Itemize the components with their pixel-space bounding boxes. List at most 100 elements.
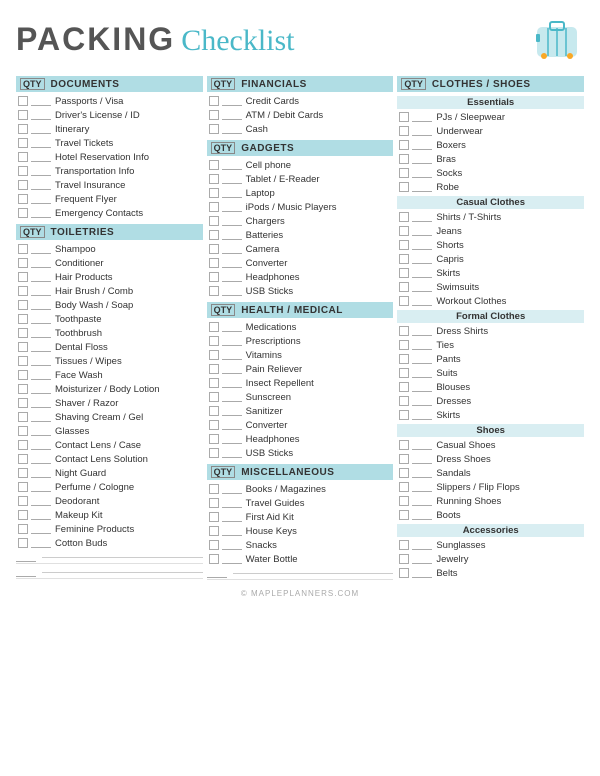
checkbox[interactable] (18, 152, 28, 162)
checkbox[interactable] (18, 314, 28, 324)
checkbox[interactable] (209, 244, 219, 254)
checkbox[interactable] (399, 212, 409, 222)
checkbox[interactable] (18, 166, 28, 176)
checkbox[interactable] (209, 540, 219, 550)
checkbox[interactable] (209, 202, 219, 212)
checkbox[interactable] (399, 510, 409, 520)
checkbox[interactable] (18, 384, 28, 394)
checkbox[interactable] (209, 498, 219, 508)
checkbox[interactable] (18, 272, 28, 282)
checkbox[interactable] (18, 208, 28, 218)
checkbox[interactable] (209, 434, 219, 444)
checkbox[interactable] (399, 326, 409, 336)
checkbox[interactable] (18, 124, 28, 134)
checkbox[interactable] (209, 286, 219, 296)
checkbox[interactable] (209, 350, 219, 360)
checkbox[interactable] (18, 110, 28, 120)
checkbox[interactable] (209, 174, 219, 184)
checkbox[interactable] (399, 268, 409, 278)
checkbox[interactable] (209, 216, 219, 226)
checkbox[interactable] (209, 484, 219, 494)
list-item: Socks (397, 166, 584, 180)
checkbox[interactable] (399, 154, 409, 164)
checkbox[interactable] (209, 554, 219, 564)
qty-box (31, 482, 51, 492)
checkbox[interactable] (399, 382, 409, 392)
checkbox[interactable] (209, 124, 219, 134)
checkbox[interactable] (399, 396, 409, 406)
checkbox[interactable] (209, 160, 219, 170)
checkbox[interactable] (399, 540, 409, 550)
checkbox[interactable] (18, 454, 28, 464)
checkbox[interactable] (18, 524, 28, 534)
checkbox[interactable] (209, 272, 219, 282)
checkbox[interactable] (399, 454, 409, 464)
checkbox[interactable] (209, 392, 219, 402)
checkbox[interactable] (18, 328, 28, 338)
checkbox[interactable] (18, 482, 28, 492)
checkbox[interactable] (399, 410, 409, 420)
checkbox[interactable] (18, 286, 28, 296)
checkbox[interactable] (18, 356, 28, 366)
checkbox[interactable] (18, 258, 28, 268)
qty-box (222, 202, 242, 212)
checkbox[interactable] (399, 440, 409, 450)
checkbox[interactable] (399, 126, 409, 136)
checkbox[interactable] (209, 378, 219, 388)
checkbox[interactable] (399, 340, 409, 350)
checkbox[interactable] (399, 468, 409, 478)
checkbox[interactable] (209, 230, 219, 240)
checkbox[interactable] (209, 322, 219, 332)
checkbox[interactable] (209, 448, 219, 458)
list-item: Skirts (397, 408, 584, 422)
checkbox[interactable] (209, 420, 219, 430)
checkbox[interactable] (399, 240, 409, 250)
checkbox[interactable] (399, 554, 409, 564)
checkbox[interactable] (18, 496, 28, 506)
checkbox[interactable] (399, 112, 409, 122)
checkbox[interactable] (209, 110, 219, 120)
checkbox[interactable] (209, 406, 219, 416)
checkbox[interactable] (18, 412, 28, 422)
checkbox[interactable] (399, 226, 409, 236)
checkbox[interactable] (209, 188, 219, 198)
checkbox[interactable] (399, 354, 409, 364)
list-item: Feminine Products (16, 522, 203, 536)
checkbox[interactable] (399, 568, 409, 578)
checkbox[interactable] (399, 168, 409, 178)
list-item: Boxers (397, 138, 584, 152)
checkbox[interactable] (18, 510, 28, 520)
checkbox[interactable] (18, 538, 28, 548)
misc-qty-label: QTY (211, 466, 236, 478)
checkbox[interactable] (399, 140, 409, 150)
checkbox[interactable] (18, 180, 28, 190)
checkbox[interactable] (18, 440, 28, 450)
list-item: Travel Insurance (16, 178, 203, 192)
checkbox[interactable] (399, 282, 409, 292)
item-label: Shaver / Razor (55, 398, 118, 409)
checkbox[interactable] (18, 96, 28, 106)
checkbox[interactable] (209, 96, 219, 106)
checkbox[interactable] (399, 496, 409, 506)
checkbox[interactable] (18, 426, 28, 436)
checkbox[interactable] (399, 482, 409, 492)
checkbox[interactable] (18, 370, 28, 380)
list-item: Conditioner (16, 256, 203, 270)
checkbox[interactable] (18, 194, 28, 204)
checkbox[interactable] (209, 364, 219, 374)
checkbox[interactable] (399, 182, 409, 192)
checkbox[interactable] (18, 468, 28, 478)
checkbox[interactable] (209, 512, 219, 522)
checkbox[interactable] (399, 368, 409, 378)
checkbox[interactable] (399, 254, 409, 264)
checkbox[interactable] (209, 526, 219, 536)
checkbox[interactable] (209, 336, 219, 346)
checkbox[interactable] (18, 138, 28, 148)
checkbox[interactable] (399, 296, 409, 306)
checkbox[interactable] (18, 300, 28, 310)
checkbox[interactable] (209, 258, 219, 268)
checkbox[interactable] (18, 342, 28, 352)
checkbox[interactable] (18, 398, 28, 408)
checkbox[interactable] (18, 244, 28, 254)
qty-box (31, 454, 51, 464)
